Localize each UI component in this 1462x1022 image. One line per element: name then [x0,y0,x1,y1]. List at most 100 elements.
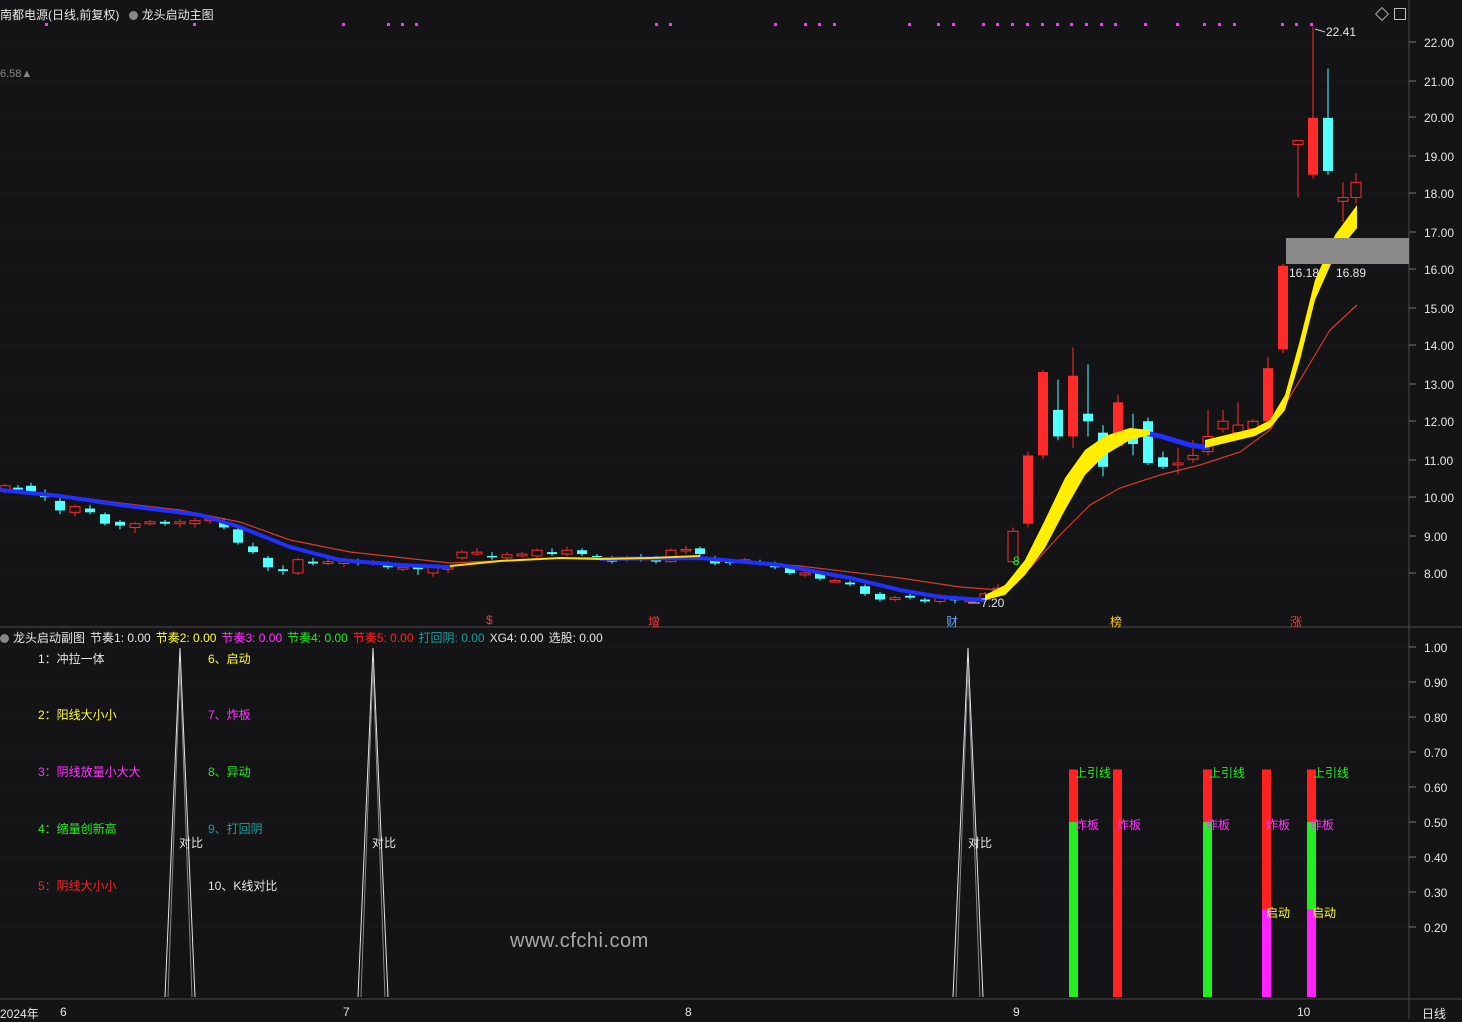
signal-bar [1307,909,1316,997]
legend-item: 2：阳线大小小 [38,708,117,722]
period-selector[interactable]: 日线 [1422,1005,1446,1022]
signal-dot [401,23,404,26]
price-axis-label: 17.00 [1424,226,1455,240]
candle-body [322,561,334,565]
chart-header: 南都电源(日线,前复权) 龙头启动主图 [0,6,214,23]
candlestick-chart[interactable] [0,0,1462,1019]
candle-body [1172,462,1184,466]
date-axis-month-6: 6 [60,1005,67,1019]
legend-item: 1：冲拉一体 [38,652,105,666]
sub-axis-label: 0.70 [1424,746,1448,760]
signal-dot [1114,23,1117,26]
left-edge-value: 6.58▲ [0,68,33,80]
date-axis-month-7: 7 [343,1005,350,1019]
signal-bar [1113,769,1122,997]
low-price-label: 7.20 [981,596,1005,610]
candle-body [1083,413,1093,422]
price-axis-label: 22.00 [1424,36,1455,50]
upper-shadow-label: 上引线 [1209,766,1246,780]
event-marker-dividend[interactable]: $ [486,613,493,627]
signal-dot [1310,23,1313,26]
candle-body [516,553,528,557]
candle-body [144,521,156,525]
date-axis-month-9: 9 [1013,1005,1020,1019]
candle-body [860,586,870,594]
candle-body [1350,181,1362,199]
legend-item: 10、K线对比 [208,879,278,893]
event-marker-increase[interactable]: 增 [648,613,660,630]
candle-body [1023,455,1033,524]
signal-dot [1026,23,1029,26]
burst-label: 炸板 [1266,818,1291,832]
signal-dot [1218,23,1221,26]
candle-body [1292,140,1304,145]
ma-line-slow [0,304,1358,591]
compare-label: 对比 [968,836,993,850]
price-axis-label: 20.00 [1424,111,1455,125]
price-axis-label: 12.00 [1424,415,1455,429]
candle-body [695,548,705,555]
candle-body [1187,454,1199,460]
legend-item: 3：阴线放量小大大 [38,765,141,779]
candle-body [129,523,141,528]
candle-body [248,546,258,553]
signal-dot [952,23,955,26]
sub-indicator-value: 选股: 0.00 [548,631,603,645]
sub-axis-label: 0.30 [1424,886,1448,900]
event-marker-finance[interactable]: 财 [946,613,958,630]
candle-body [456,551,468,559]
candle-body [308,561,318,564]
signal-dot [1011,23,1014,26]
candle-body [905,595,915,598]
start-label: 启动 [1266,906,1291,920]
candle-body [799,572,811,576]
main-indicator-name[interactable]: 龙头启动主图 [142,8,214,22]
signal-dot [818,23,821,26]
candle-body [1158,457,1168,467]
candle-body [889,597,901,601]
legend-item: 6、启动 [208,652,251,666]
candle-body [69,506,81,513]
upper-shadow-label: 上引线 [1313,766,1350,780]
candle-body [115,521,125,526]
candle-body [577,550,587,555]
burst-label: 炸板 [1310,818,1335,832]
price-axis-label: 10.00 [1424,491,1455,505]
sub-axis-label: 1.00 [1424,641,1448,655]
signal-dot [1144,23,1147,26]
event-marker-limit-up[interactable]: 涨 [1290,613,1302,630]
signal-dot [193,23,196,26]
date-axis-month-10: 10 [1297,1005,1311,1019]
event-marker-ranking[interactable]: 榜 [1110,613,1122,630]
box-label-right: 16.89 [1336,266,1367,280]
signal-bar [1069,822,1078,997]
ma-band-down [599,555,986,602]
candle-body [561,549,573,555]
signal-dot [1056,23,1059,26]
signal-bar [1203,822,1212,997]
ma-ribbon-rise [985,428,1150,600]
signal-dot [387,23,390,26]
sub-indicator-settings-icon[interactable] [0,634,9,643]
indicator-settings-icon[interactable] [128,11,138,20]
box-label-left: 16.18 [1289,266,1320,280]
signal-dot [982,23,985,26]
window-toggle-icon[interactable] [1394,8,1406,20]
candle-body [680,548,692,552]
sub-axis-label: 0.20 [1424,921,1448,935]
sub-indicator-value: 打回阴: 0.00 [418,631,485,645]
signal-dot [908,23,911,26]
signal-dot [774,23,777,26]
candle-body [1038,371,1048,456]
candle-body [1143,421,1153,464]
upper-shadow-label: 上引线 [1075,766,1112,780]
sub-indicator-name[interactable]: 龙头启动副图 [13,631,85,645]
price-zone-box [1286,238,1409,264]
price-axis-label: 8.00 [1424,567,1448,581]
high-price-label: 22.41 [1326,25,1357,39]
start-label: 启动 [1312,906,1337,920]
signal-dot [415,23,418,26]
candle-body [875,593,885,600]
stock-title[interactable]: 南都电源(日线,前复权) [0,8,119,22]
legend-item: 7、炸板 [208,708,251,722]
